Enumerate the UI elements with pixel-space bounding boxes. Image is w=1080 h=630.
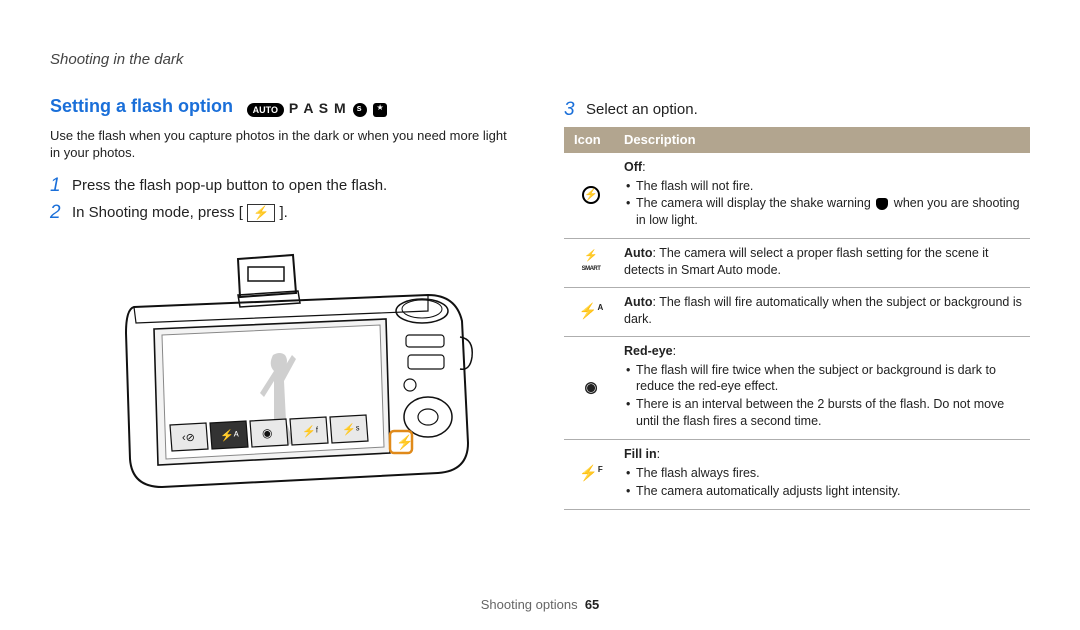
mode-auto-icon: AUTO (247, 103, 284, 117)
mode-magic-icon (373, 103, 387, 117)
footer-page-number: 65 (585, 597, 599, 612)
right-column: 3 Select an option. Icon Description ⚡ O… (564, 94, 1030, 509)
svg-text:⚡ᶠ: ⚡ᶠ (302, 425, 319, 438)
fillin-title: Fill in (624, 447, 657, 461)
row-smart-auto: ⚡SMART Auto: The camera will select a pr… (564, 239, 1030, 288)
svg-text:⚡ˢ: ⚡ˢ (342, 423, 360, 436)
desc-smart-auto: Auto: The camera will select a proper fl… (618, 239, 1030, 288)
smart-label: Auto (624, 246, 652, 260)
row-red-eye: ◉ Red-eye: The flash will fire twice whe… (564, 336, 1030, 439)
footer-section: Shooting options (481, 597, 578, 612)
step-3-number: 3 (564, 100, 586, 121)
breadcrumb-header: Shooting in the dark (50, 50, 1030, 70)
mode-icon-group: AUTO P A S M (247, 99, 388, 118)
redeye-title: Red-eye (624, 344, 673, 358)
step-1-number: 1 (50, 176, 72, 197)
row-off: ⚡ Off: The flash will not fire. The came… (564, 153, 1030, 239)
svg-text:◉: ◉ (262, 426, 272, 440)
left-column: Setting a flash option AUTO P A S M Use … (50, 94, 516, 509)
icon-fill-in: ⚡F (564, 440, 618, 510)
two-column-layout: Setting a flash option AUTO P A S M Use … (50, 94, 1030, 509)
step-2-text-b: ]. (279, 204, 287, 221)
auto-text: : The flash will fire automatically when… (624, 295, 1022, 326)
fillin-bullet-1: The flash always fires. (624, 465, 1024, 482)
mode-scene-icon (353, 103, 367, 117)
step-2-text: In Shooting mode, press [ ⚡ ]. (72, 203, 288, 223)
row-fill-in: ⚡F Fill in: The flash always fires. The … (564, 440, 1030, 510)
off-title: Off (624, 160, 642, 174)
desc-fill-in: Fill in: The flash always fires. The cam… (618, 440, 1030, 510)
step-2-number: 2 (50, 203, 72, 224)
section-intro-text: Use the flash when you capture photos in… (50, 127, 516, 162)
step-1-text: Press the flash pop-up button to open th… (72, 176, 387, 196)
icon-auto: ⚡A (564, 287, 618, 336)
camera-illustration: ‹⊘ ⚡ᴬ ◉ ⚡ᶠ ⚡ˢ ⚡ (50, 237, 516, 507)
svg-text:⚡ᴬ: ⚡ᴬ (220, 429, 239, 442)
step-2-text-a: In Shooting mode, press [ (72, 204, 243, 221)
camera-svg: ‹⊘ ⚡ᴬ ◉ ⚡ᶠ ⚡ˢ ⚡ (88, 237, 478, 507)
off-b2a: The camera will display the shake warnin… (636, 196, 874, 210)
desc-red-eye: Red-eye: The flash will fire twice when … (618, 336, 1030, 439)
icon-red-eye: ◉ (564, 336, 618, 439)
step-2: 2 In Shooting mode, press [ ⚡ ]. (50, 203, 516, 224)
icon-off: ⚡ (564, 153, 618, 239)
th-icon: Icon (564, 127, 618, 153)
mode-pasm-text: P A S M (289, 100, 347, 116)
page-footer: Shooting options 65 (0, 596, 1080, 614)
smart-text: : The camera will select a proper flash … (624, 246, 989, 277)
off-bullet-2: The camera will display the shake warnin… (624, 195, 1024, 229)
icon-smart-auto: ⚡SMART (564, 239, 618, 288)
step-3-text: Select an option. (586, 100, 698, 120)
svg-text:⚡: ⚡ (396, 434, 413, 451)
step-1: 1 Press the flash pop-up button to open … (50, 176, 516, 197)
auto-label: Auto (624, 295, 652, 309)
step-3: 3 Select an option. (564, 100, 1030, 121)
section-heading-row: Setting a flash option AUTO P A S M (50, 94, 516, 118)
row-auto: ⚡A Auto: The flash will fire automatical… (564, 287, 1030, 336)
shake-warning-icon (876, 198, 888, 210)
section-title: Setting a flash option (50, 94, 233, 118)
redeye-bullet-2: There is an interval between the 2 burst… (624, 396, 1024, 430)
redeye-bullet-1: The flash will fire twice when the subje… (624, 362, 1024, 396)
svg-text:‹⊘: ‹⊘ (182, 432, 195, 444)
flash-options-table: Icon Description ⚡ Off: The flash will n… (564, 127, 1030, 510)
desc-auto: Auto: The flash will fire automatically … (618, 287, 1030, 336)
th-description: Description (618, 127, 1030, 153)
flash-button-icon: ⚡ (247, 204, 275, 222)
desc-off: Off: The flash will not fire. The camera… (618, 153, 1030, 239)
fillin-bullet-2: The camera automatically adjusts light i… (624, 483, 1024, 500)
off-bullet-1: The flash will not fire. (624, 178, 1024, 195)
